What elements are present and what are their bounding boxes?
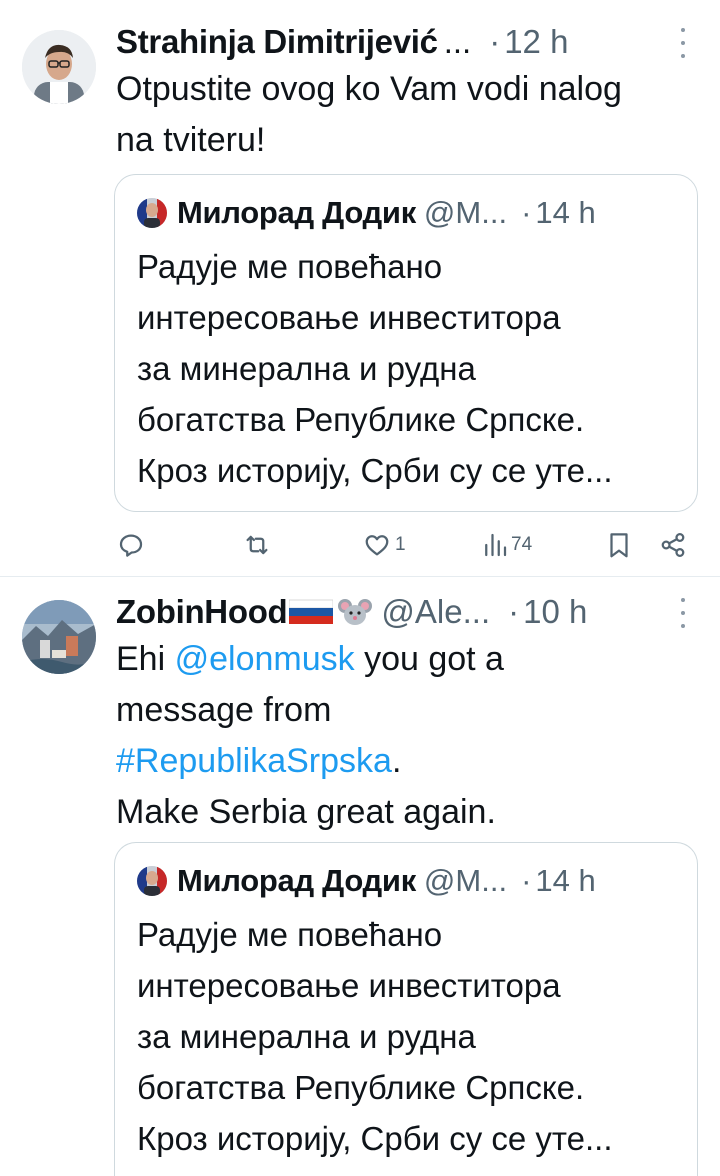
tweet-text-line: Ehi @elonmusk you got a <box>116 634 700 685</box>
quoted-tweet-header: Милорад Додик @M... · 14 h <box>137 863 675 899</box>
tweet-text-line: #RepublikaSrpska. <box>116 736 700 787</box>
quoted-text-line: за минерална и рудна <box>137 1018 476 1055</box>
reply-button[interactable] <box>116 525 146 565</box>
timestamp[interactable]: 10 h <box>523 593 587 631</box>
avatar[interactable] <box>22 600 96 674</box>
timestamp[interactable]: 12 h <box>504 23 568 61</box>
separator-dot: · <box>521 863 532 898</box>
author-emoji <box>289 597 373 627</box>
separator-dot: · <box>521 195 532 230</box>
tweet-text-line: message from <box>116 691 332 729</box>
quoted-tweet[interactable]: Милорад Додик @M... · 14 h Радује ме пов… <box>114 842 698 1176</box>
tweet-header: ZobinHood @Ale... · 10 h <box>116 592 690 632</box>
quoted-text-line: богатства Републике Српске. <box>137 401 585 438</box>
quoted-text-line: богатства Републике Српске. <box>137 1069 585 1106</box>
retweet-icon <box>246 535 268 555</box>
heart-icon <box>365 535 389 556</box>
quoted-tweet[interactable]: Милорад Додик @M... · 14 h Радује ме пов… <box>114 174 698 512</box>
more-options-icon[interactable] <box>676 28 690 58</box>
author-handle[interactable]: @Ale... <box>381 593 490 631</box>
quoted-timestamp: 14 h <box>535 863 596 898</box>
text-segment: Ehi <box>116 640 175 678</box>
tweet-actions: 1 74 <box>114 525 690 565</box>
avatar-image <box>22 30 96 104</box>
quoted-author-name: Милорад Додик <box>177 863 416 898</box>
quoted-tweet-text: Радује ме повећано интересовање инвестит… <box>137 241 679 496</box>
retweet-button[interactable] <box>242 525 272 565</box>
tweet[interactable]: Strahinja Dimitrijević ... · 12 h Otpust… <box>0 0 720 577</box>
tweet-text-line: Make Serbia great again. <box>116 793 496 831</box>
more-options-icon[interactable] <box>676 598 690 628</box>
quoted-timestamp: 14 h <box>535 195 596 230</box>
tweet-header: Strahinja Dimitrijević ... · 12 h <box>116 22 690 62</box>
quoted-avatar-image <box>137 198 167 228</box>
mouse-face-icon <box>338 599 373 625</box>
views-button[interactable]: 74 <box>482 525 532 565</box>
quoted-tweet-text: Радује ме повећано интересовање инвестит… <box>137 909 679 1164</box>
quoted-tweet-header: Милорад Додик @M... · 14 h <box>137 195 675 231</box>
tweet-text: Otpustite ovog ko Vam vodi nalog na tvit… <box>116 64 700 166</box>
mention-link[interactable]: @elonmusk <box>175 640 355 678</box>
avatar[interactable] <box>22 30 96 104</box>
quoted-text-line: интересовање инвеститора <box>137 967 561 1004</box>
bookmark-icon <box>610 533 628 558</box>
separator-dot: · <box>508 593 520 630</box>
share-button[interactable] <box>658 525 688 565</box>
reply-icon <box>119 534 143 557</box>
quoted-text-line: Кроз историју, Срби су се уте... <box>137 1120 613 1157</box>
like-count: 1 <box>395 534 406 555</box>
quoted-author-name: Милорад Додик <box>177 195 416 230</box>
avatar-image <box>22 600 96 674</box>
text-segment: you got a <box>354 640 504 678</box>
share-icon <box>661 532 685 558</box>
like-button[interactable]: 1 <box>362 525 406 565</box>
views-count: 74 <box>511 534 533 555</box>
quoted-text-line: за минерална и рудна <box>137 350 476 387</box>
author-name-truncation: ... <box>443 23 472 60</box>
hashtag-link[interactable]: #RepublikaSrpska <box>116 742 392 780</box>
separator-dot: · <box>489 23 501 60</box>
tweet-text: Ehi @elonmusk you got a message from #Re… <box>116 634 700 838</box>
quoted-text-line: Радује ме повећано <box>137 248 443 285</box>
tweet-text-line: Otpustite ovog ko Vam vodi nalog <box>116 70 622 108</box>
quoted-avatar <box>137 198 167 228</box>
views-icon <box>485 533 507 557</box>
quoted-author-handle: @M... <box>423 195 508 230</box>
text-segment: . <box>391 742 402 780</box>
author-name[interactable]: ZobinHood <box>116 593 288 631</box>
quoted-author-handle: @M... <box>423 863 508 898</box>
tweet-text-line: na tviteru! <box>116 121 266 159</box>
bookmark-button[interactable] <box>606 525 632 565</box>
tweet[interactable]: ZobinHood @Ale... · 10 h Ehi @elonmusk y… <box>0 578 720 1176</box>
quoted-avatar-image <box>137 866 167 896</box>
quoted-text-line: Кроз историју, Срби су се уте... <box>137 452 613 489</box>
quoted-text-line: Радује ме повећано <box>137 916 443 953</box>
quoted-avatar <box>137 866 167 896</box>
russian-flag-icon <box>289 599 334 624</box>
quoted-text-line: интересовање инвеститора <box>137 299 561 336</box>
author-name[interactable]: Strahinja Dimitrijević <box>116 23 438 61</box>
